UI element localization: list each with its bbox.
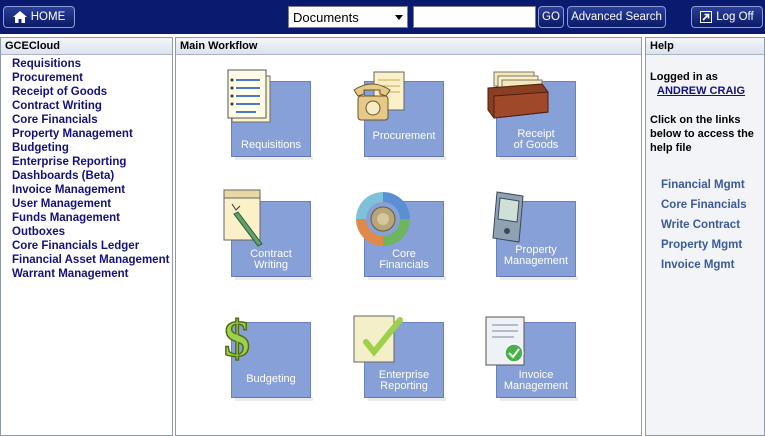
nav-item-enterprise-reporting[interactable]: Enterprise Reporting: [12, 155, 172, 169]
left-panel-title: GCECloud: [1, 38, 172, 55]
nav-item-contract-writing[interactable]: Contract Writing: [12, 99, 172, 113]
nav-item-property-management[interactable]: Property Management: [12, 127, 172, 141]
nav-item-receipt-of-goods[interactable]: Receipt of Goods: [12, 85, 172, 99]
home-button-label: HOME: [30, 11, 66, 23]
help-body: Logged in as ANDREW CRAIG Click on the l…: [646, 55, 764, 275]
checkmark-paper-icon: [353, 315, 403, 363]
nav-item-funds-management[interactable]: Funds Management: [12, 211, 172, 225]
home-icon: [12, 11, 27, 23]
tile-label: Core Financials: [379, 248, 429, 271]
nav-item-budgeting[interactable]: Budgeting: [12, 141, 172, 155]
left-nav-panel: GCECloud Requisitions Procurement Receip…: [0, 37, 173, 436]
go-button-label: GO: [542, 11, 560, 23]
help-link-invoice-mgmt[interactable]: Invoice Mgmt: [661, 255, 764, 275]
search-input[interactable]: [413, 6, 536, 28]
help-panel-title: Help: [646, 38, 764, 55]
telephone-icon: [353, 71, 405, 121]
pen-paper-icon: [223, 189, 263, 247]
logoff-arrow-icon: [700, 11, 713, 23]
nav-item-user-management[interactable]: User Management: [12, 197, 172, 211]
tile-label: Receipt of Goods: [513, 128, 559, 151]
tile-label: Requisitions: [241, 139, 301, 151]
advanced-search-label: Advanced Search: [571, 11, 662, 23]
nav-list: Requisitions Procurement Receipt of Good…: [1, 55, 172, 281]
help-instruction: Click on the links below to access the h…: [650, 114, 754, 154]
logged-in-label: Logged in as: [650, 71, 718, 83]
nav-item-requisitions[interactable]: Requisitions: [12, 57, 172, 71]
user-name-link[interactable]: ANDREW CRAIG: [657, 84, 764, 98]
nav-item-outboxes[interactable]: Outboxes: [12, 225, 172, 239]
help-panel: Help Logged in as ANDREW CRAIG Click on …: [645, 37, 765, 436]
nav-item-dashboards[interactable]: Dashboards (Beta): [12, 169, 172, 183]
go-button[interactable]: GO: [538, 6, 564, 28]
tile-label: Budgeting: [246, 373, 296, 385]
card-file-box-icon: [487, 71, 549, 119]
help-link-write-contract[interactable]: Write Contract: [661, 215, 764, 235]
nav-item-financial-asset-management[interactable]: Financial Asset Management: [12, 253, 172, 267]
main-panel-title: Main Workflow: [176, 38, 641, 55]
pda-device-icon: [492, 191, 524, 243]
svg-text:$: $: [224, 312, 250, 366]
nav-item-warrant-management[interactable]: Warrant Management: [12, 267, 172, 281]
help-link-property-mgmt[interactable]: Property Mgmt: [661, 235, 764, 255]
requisitions-document-icon: [227, 69, 271, 123]
nav-item-invoice-management[interactable]: Invoice Management: [12, 183, 172, 197]
top-toolbar: HOME Documents GO Advanced Search Log Of…: [0, 0, 765, 34]
tile-label: Procurement: [372, 130, 436, 142]
tile-label: Invoice Management: [503, 369, 569, 392]
chevron-down-icon: [395, 15, 403, 20]
nav-item-core-financials[interactable]: Core Financials: [12, 113, 172, 127]
tile-label: Property Management: [503, 244, 569, 267]
help-link-financial-mgmt[interactable]: Financial Mgmt: [661, 175, 764, 195]
cycle-arrows-icon: [356, 192, 410, 246]
advanced-search-button[interactable]: Advanced Search: [567, 6, 666, 28]
help-links: Financial Mgmt Core Financials Write Con…: [650, 175, 764, 275]
home-button[interactable]: HOME: [3, 6, 75, 28]
dollar-sign-icon: $: [223, 312, 251, 366]
tile-label: Contract Writing: [250, 248, 292, 271]
search-scope-select[interactable]: Documents: [288, 6, 408, 28]
log-off-button[interactable]: Log Off: [691, 6, 763, 28]
invoice-check-icon: [485, 316, 525, 366]
nav-item-procurement[interactable]: Procurement: [12, 71, 172, 85]
help-link-core-financials[interactable]: Core Financials: [661, 195, 764, 215]
tile-label: Enterprise Reporting: [378, 369, 430, 392]
search-scope-value: Documents: [293, 9, 359, 25]
log-off-label: Log Off: [716, 11, 754, 23]
nav-item-core-financials-ledger[interactable]: Core Financials Ledger: [12, 239, 172, 253]
main-workflow-panel: Main Workflow Requisitions Procurement R…: [175, 37, 642, 436]
